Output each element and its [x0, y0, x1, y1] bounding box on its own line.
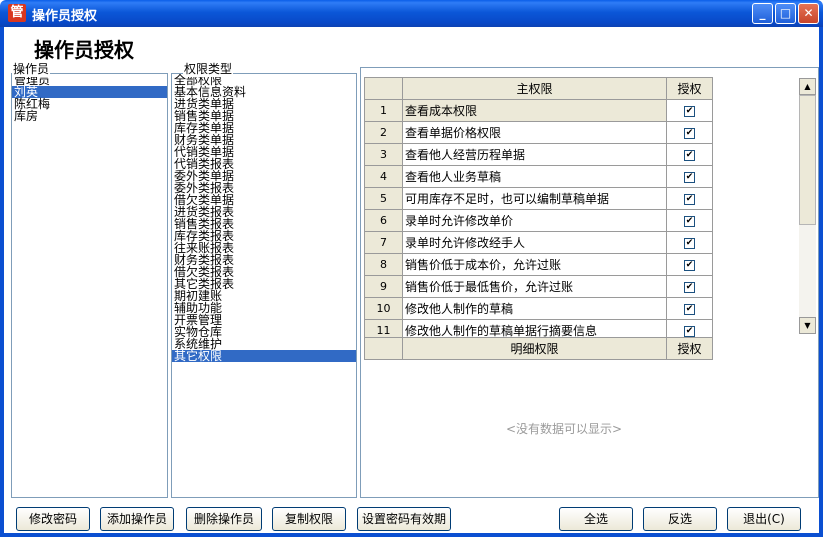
- auth-checkbox[interactable]: ✔: [684, 325, 695, 337]
- delete-operator-button[interactable]: 删除操作员: [186, 507, 262, 531]
- auth-cell: ✔: [666, 165, 713, 188]
- add-operator-button[interactable]: 添加操作员: [100, 507, 174, 531]
- row-number: 4: [364, 165, 403, 188]
- row-number: 1: [364, 99, 403, 122]
- permission-name: 查看他人经营历程单据: [402, 143, 667, 166]
- row-number: 6: [364, 209, 403, 232]
- permission-name: 销售价低于成本价，允许过账: [402, 253, 667, 276]
- permission-name: 查看成本权限: [402, 99, 667, 122]
- auth-checkbox[interactable]: ✔: [684, 105, 695, 117]
- permission-name: 录单时允许修改经手人: [402, 231, 667, 254]
- permission-name: 查看单据价格权限: [402, 121, 667, 144]
- auth-cell: ✔: [666, 253, 713, 276]
- permission-row[interactable]: 6 录单时允许修改单价 ✔: [364, 209, 713, 232]
- window-title: 操作员授权: [32, 9, 98, 24]
- permission-name: 可用库存不足时，也可以编制草稿单据: [402, 187, 667, 210]
- copy-permissions-button[interactable]: 复制权限: [272, 507, 346, 531]
- scroll-down-button[interactable]: ▼: [799, 317, 816, 334]
- row-number: 7: [364, 231, 403, 254]
- detail-permission-table: 明细权限 授权: [364, 337, 713, 360]
- permission-name: 录单时允许修改单价: [402, 209, 667, 232]
- maximize-button[interactable]: □: [775, 3, 796, 24]
- permission-row[interactable]: 7 录单时允许修改经手人 ✔: [364, 231, 713, 254]
- permission-type-label: 权限类型: [183, 60, 234, 77]
- invert-selection-button[interactable]: 反选: [643, 507, 717, 531]
- operator-list[interactable]: 管理员 刘英 陈红梅 库房: [11, 73, 168, 498]
- row-number: 3: [364, 143, 403, 166]
- set-password-validity-button[interactable]: 设置密码有效期: [357, 507, 451, 531]
- auth-checkbox[interactable]: ✔: [684, 193, 695, 205]
- permission-row[interactable]: 2 查看单据价格权限 ✔: [364, 121, 713, 144]
- title-bar: 管 操作员授权 _ □ ✕: [0, 0, 823, 27]
- permission-row[interactable]: 9 销售价低于最低售价，允许过账 ✔: [364, 275, 713, 298]
- auth-checkbox[interactable]: ✔: [684, 127, 695, 139]
- permission-name: 查看他人业务草稿: [402, 165, 667, 188]
- auth-cell: ✔: [666, 209, 713, 232]
- auth-checkbox[interactable]: ✔: [684, 149, 695, 161]
- row-number: 10: [364, 297, 403, 320]
- permission-row[interactable]: 8 销售价低于成本价，允许过账 ✔: [364, 253, 713, 276]
- change-password-button[interactable]: 修改密码: [16, 507, 90, 531]
- detail-auth-header: 授权: [666, 337, 713, 360]
- page-title: 操作员授权: [34, 38, 134, 62]
- row-number: 8: [364, 253, 403, 276]
- minimize-button[interactable]: _: [752, 3, 773, 24]
- main-permission-table: 主权限 授权 1 查看成本权限 ✔ 2 查看单据价格权限 ✔ 3 查看他人经营历程单据 ✔ 4 查看…: [364, 77, 713, 342]
- permission-row[interactable]: 5 可用库存不足时，也可以编制草稿单据 ✔: [364, 187, 713, 210]
- permission-row[interactable]: 10 修改他人制作的草稿 ✔: [364, 297, 713, 320]
- auth-cell: ✔: [666, 187, 713, 210]
- permission-type-item[interactable]: 其它权限: [172, 350, 356, 362]
- auth-cell: ✔: [666, 297, 713, 320]
- auth-checkbox[interactable]: ✔: [684, 171, 695, 183]
- permission-row[interactable]: 1 查看成本权限 ✔: [364, 99, 713, 122]
- detail-permission-header: 明细权限: [402, 337, 667, 360]
- permission-panel: 主权限 授权 1 查看成本权限 ✔ 2 查看单据价格权限 ✔ 3 查看他人经营历程单据 ✔ 4 查看…: [360, 67, 819, 498]
- auth-checkbox[interactable]: ✔: [684, 259, 695, 271]
- scroll-up-button[interactable]: ▲: [799, 78, 816, 95]
- exit-button[interactable]: 退出(C): [727, 507, 801, 531]
- auth-checkbox[interactable]: ✔: [684, 215, 695, 227]
- permission-name: 修改他人制作的草稿: [402, 297, 667, 320]
- row-number-header: [364, 77, 403, 100]
- main-grid-scrollbar[interactable]: ▲ ▼: [799, 78, 816, 334]
- operator-list-label: 操作员: [12, 60, 51, 77]
- auth-cell: ✔: [666, 121, 713, 144]
- row-number: 5: [364, 187, 403, 210]
- auth-checkbox[interactable]: ✔: [684, 237, 695, 249]
- detail-row-number-header: [364, 337, 403, 360]
- empty-message: <没有数据可以显示>: [506, 422, 623, 436]
- auth-cell: ✔: [666, 143, 713, 166]
- operator-item[interactable]: 库房: [12, 110, 167, 122]
- auth-cell: ✔: [666, 231, 713, 254]
- auth-checkbox[interactable]: ✔: [684, 303, 695, 315]
- auth-cell: ✔: [666, 275, 713, 298]
- permission-row[interactable]: 4 查看他人业务草稿 ✔: [364, 165, 713, 188]
- scroll-thumb[interactable]: [799, 95, 816, 225]
- close-button[interactable]: ✕: [798, 3, 819, 24]
- main-permission-header: 主权限: [402, 77, 667, 100]
- app-icon: 管: [8, 4, 26, 22]
- row-number: 2: [364, 121, 403, 144]
- row-number: 9: [364, 275, 403, 298]
- permission-name: 销售价低于最低售价，允许过账: [402, 275, 667, 298]
- permission-row[interactable]: 3 查看他人经营历程单据 ✔: [364, 143, 713, 166]
- auth-checkbox[interactable]: ✔: [684, 281, 695, 293]
- select-all-button[interactable]: 全选: [559, 507, 633, 531]
- auth-header: 授权: [666, 77, 713, 100]
- auth-cell: ✔: [666, 99, 713, 122]
- permission-type-list[interactable]: 全部权限 基本信息资料 进货类单据 销售类单据 库存类单据 财务类单据 代销类单据 代销类报表…: [171, 73, 357, 498]
